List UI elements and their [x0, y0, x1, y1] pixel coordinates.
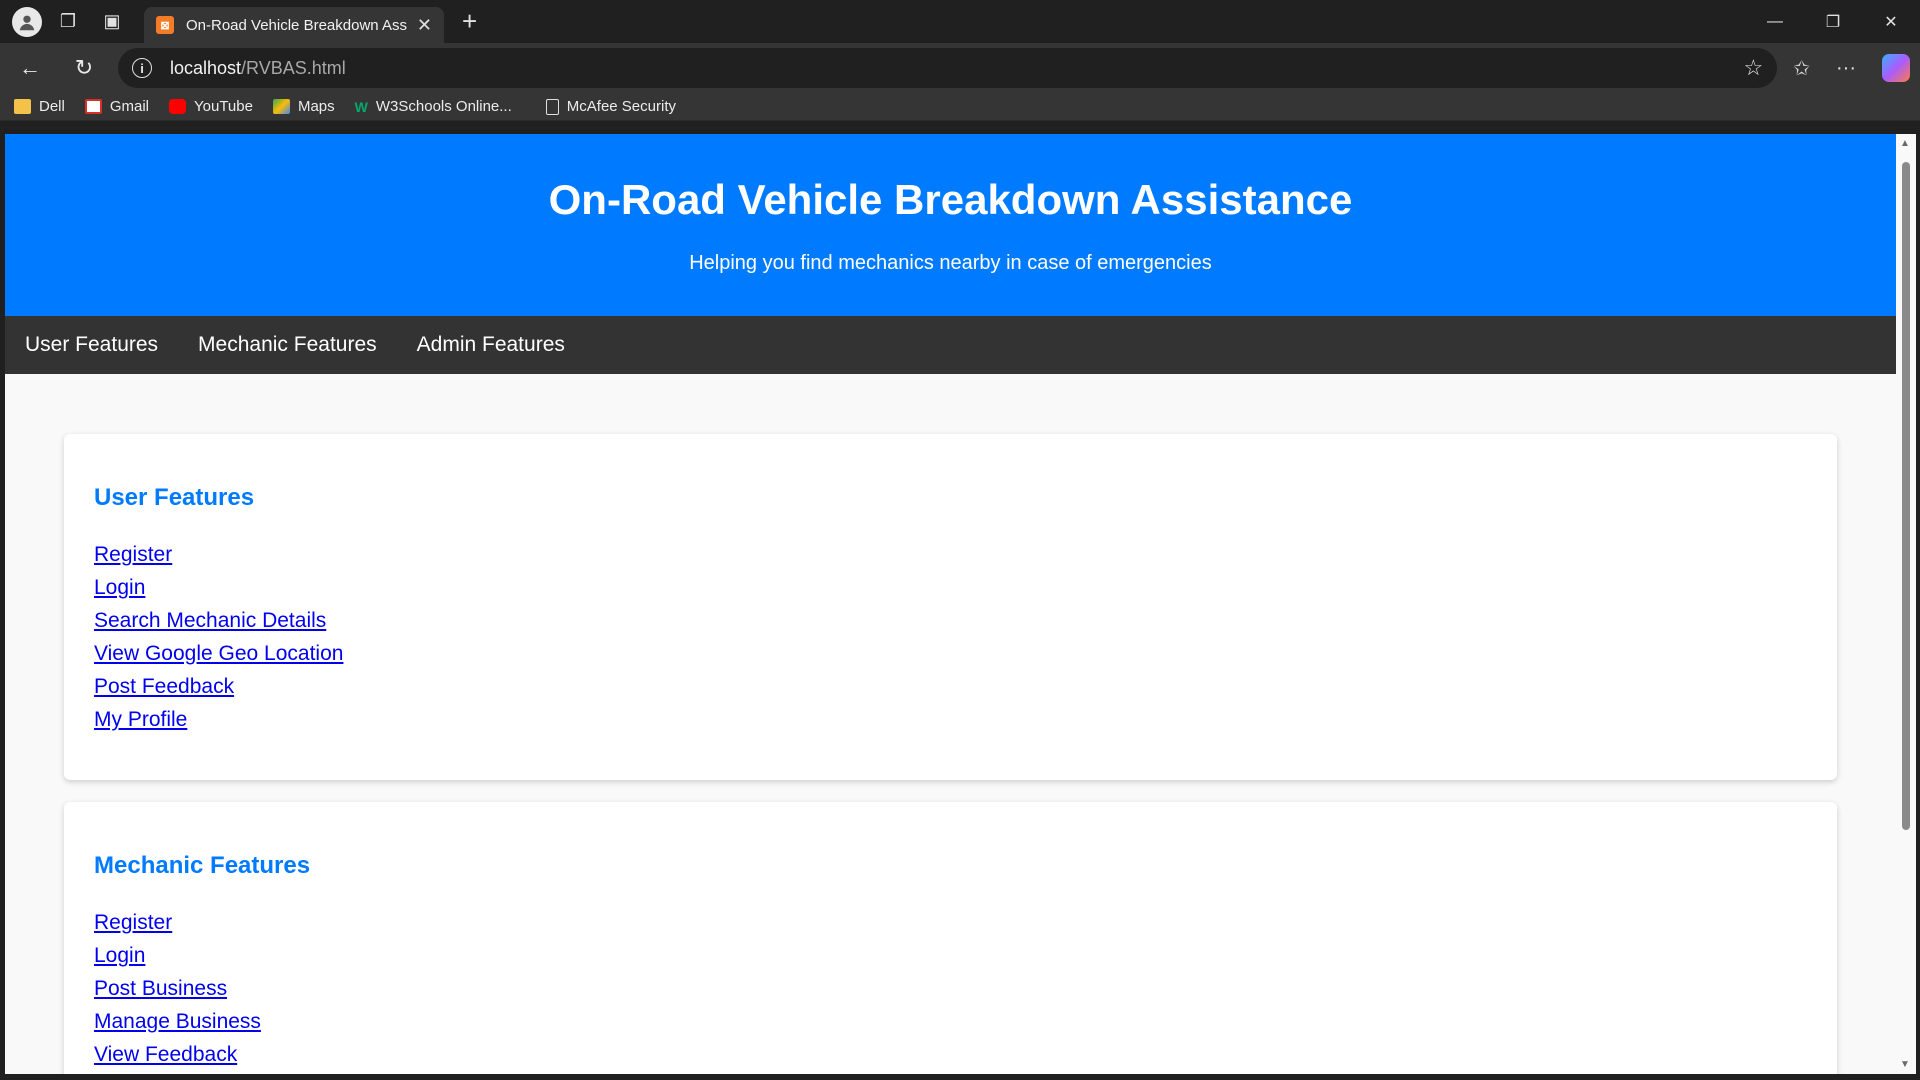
- vertical-scrollbar[interactable]: ▲ ▼: [1896, 134, 1916, 1074]
- folder-icon: [14, 99, 31, 114]
- post-business-link[interactable]: Post Business: [94, 977, 227, 1000]
- mechanic-features-card: Mechanic Features Register Login Post Bu…: [64, 802, 1837, 1074]
- user-features-card: User Features Register Login Search Mech…: [64, 434, 1837, 780]
- bookmark-gmail[interactable]: Gmail: [84, 98, 150, 115]
- favorite-star-icon[interactable]: ☆: [1744, 55, 1764, 81]
- bookmark-w3schools[interactable]: W W3Schools Online...: [355, 98, 512, 115]
- url-host: localhost: [170, 57, 242, 78]
- xampp-favicon-icon: ⊠: [156, 16, 174, 34]
- gmail-icon: [84, 99, 102, 114]
- bookmark-youtube[interactable]: YouTube: [169, 98, 253, 115]
- post-feedback-link[interactable]: Post Feedback: [94, 675, 234, 698]
- nav-admin-features[interactable]: Admin Features: [417, 333, 565, 357]
- close-tab-icon[interactable]: ✕: [417, 15, 432, 36]
- browser-tab-bar: ❐ ▣ ⊠ On-Road Vehicle Breakdown Assi ✕ +…: [0, 0, 1920, 43]
- main-content: User Features Register Login Search Mech…: [5, 374, 1896, 1074]
- site-nav: User Features Mechanic Features Admin Fe…: [5, 316, 1896, 374]
- bookmark-label: Dell: [39, 98, 65, 115]
- list-item: Register: [94, 906, 1807, 939]
- search-mechanic-link[interactable]: Search Mechanic Details: [94, 609, 326, 632]
- page-title: On-Road Vehicle Breakdown Assistance: [548, 176, 1353, 223]
- page-icon: [545, 98, 559, 115]
- restore-icon[interactable]: ❐: [1804, 0, 1862, 43]
- list-item: Post Feedback: [94, 670, 1807, 703]
- address-bar[interactable]: i localhost/RVBAS.html ☆: [118, 48, 1778, 88]
- bookmark-label: W3Schools Online...: [375, 98, 512, 115]
- bookmark-mcafee[interactable]: McAfee Security: [532, 98, 676, 115]
- section-heading: Mechanic Features: [94, 852, 311, 879]
- page-viewport: On-Road Vehicle Breakdown Assistance Hel…: [5, 134, 1896, 1074]
- refresh-icon[interactable]: ↻: [64, 48, 104, 88]
- maps-icon: [272, 99, 290, 114]
- list-item: Search Mechanic Details: [94, 604, 1807, 637]
- bookmarks-bar: Dell Gmail YouTube Maps W W3Schools Onlin…: [0, 93, 1920, 121]
- bookmark-label: Maps: [297, 98, 335, 115]
- list-item: View Feedback: [94, 1038, 1807, 1071]
- mechanic-register-link[interactable]: Register: [94, 911, 172, 934]
- scroll-down-icon[interactable]: ▼: [1900, 1059, 1910, 1070]
- vertical-tabs-icon[interactable]: ▣: [94, 4, 130, 40]
- bookmark-label: McAfee Security: [566, 98, 676, 115]
- bookmark-maps[interactable]: Maps: [272, 98, 335, 115]
- list-item: Manage Business: [94, 1005, 1807, 1038]
- page-subtitle: Helping you find mechanics nearby in cas…: [689, 252, 1212, 274]
- profile-avatar-icon[interactable]: [12, 6, 42, 37]
- back-arrow-icon[interactable]: ←: [10, 48, 50, 88]
- copilot-icon[interactable]: [1882, 54, 1910, 82]
- mechanic-login-link[interactable]: Login: [94, 944, 145, 967]
- minimize-icon[interactable]: —: [1746, 0, 1804, 43]
- new-tab-icon[interactable]: +: [462, 6, 477, 37]
- list-item: Register: [94, 538, 1807, 571]
- window-controls: — ❐ ✕: [1746, 0, 1920, 43]
- user-login-link[interactable]: Login: [94, 576, 145, 599]
- nav-mechanic-features[interactable]: Mechanic Features: [198, 333, 377, 357]
- feature-list: Register Login Post Business Manage Busi…: [94, 906, 1807, 1071]
- scroll-up-icon[interactable]: ▲: [1900, 138, 1910, 149]
- bookmark-dell[interactable]: Dell: [14, 98, 65, 115]
- site-info-icon[interactable]: i: [132, 58, 152, 78]
- close-window-icon[interactable]: ✕: [1862, 0, 1920, 43]
- list-item: Login: [94, 571, 1807, 604]
- view-feedback-link[interactable]: View Feedback: [94, 1043, 237, 1066]
- list-item: Login: [94, 939, 1807, 972]
- browser-tab[interactable]: ⊠ On-Road Vehicle Breakdown Assi ✕: [144, 7, 444, 43]
- bookmark-label: Gmail: [109, 98, 150, 115]
- geo-location-link[interactable]: View Google Geo Location: [94, 642, 343, 665]
- list-item: My Profile: [94, 703, 1807, 736]
- my-profile-link[interactable]: My Profile: [94, 708, 187, 731]
- site-header: On-Road Vehicle Breakdown Assistance Hel…: [5, 134, 1896, 316]
- feature-list: Register Login Search Mechanic Details V…: [94, 538, 1807, 736]
- list-item: View Google Geo Location: [94, 637, 1807, 670]
- nav-user-features[interactable]: User Features: [25, 333, 158, 357]
- youtube-icon: [169, 99, 187, 114]
- collections-icon[interactable]: ❐: [50, 4, 86, 40]
- favorites-icon[interactable]: ✩: [1793, 56, 1810, 81]
- list-item: Post Business: [94, 972, 1807, 1005]
- tab-title: On-Road Vehicle Breakdown Assi: [186, 16, 407, 34]
- user-register-link[interactable]: Register: [94, 543, 172, 566]
- manage-business-link[interactable]: Manage Business: [94, 1010, 261, 1033]
- more-menu-icon[interactable]: ···: [1836, 57, 1856, 80]
- w3schools-icon: W: [354, 98, 368, 115]
- section-heading: User Features: [94, 484, 255, 511]
- browser-toolbar: ← ↻ i localhost/RVBAS.html ☆ ✩ ···: [0, 43, 1920, 93]
- scroll-thumb[interactable]: [1902, 162, 1910, 830]
- bookmark-label: YouTube: [194, 98, 253, 115]
- url-path: /RVBAS.html: [241, 57, 346, 78]
